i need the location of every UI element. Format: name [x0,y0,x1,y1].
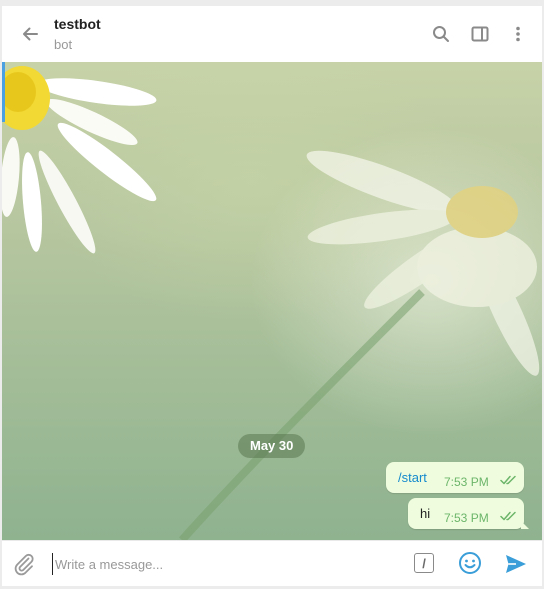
send-button[interactable] [504,552,528,576]
attach-paperclip-icon [14,553,34,576]
message-time: 7:53 PM [444,511,489,525]
bot-command-icon: / [422,555,426,571]
message-composer: / [2,540,542,586]
search-icon [433,26,449,42]
chat-messages-area[interactable]: May 30 /start 7:53 PM hi 7:53 PM [2,62,542,540]
chat-header: testbot bot [2,6,542,63]
emoji-smile-icon [459,552,481,574]
double-check-icon [500,475,516,485]
chat-title[interactable]: testbot [54,16,101,32]
message-input[interactable] [52,553,395,575]
bot-command-button[interactable]: / [414,553,434,573]
chat-window: testbot bot May 30 /start 7:53 PM hi 7:5… [2,6,542,586]
emoji-button[interactable] [458,551,482,575]
attach-button[interactable] [12,552,36,576]
message-bubble[interactable]: /start 7:53 PM [386,462,524,493]
date-separator: May 30 [238,434,306,458]
selection-accent-bar [2,62,5,122]
back-button[interactable] [16,20,44,48]
bot-command-link[interactable]: /start [398,470,427,485]
message-text: hi [420,506,431,521]
sidebar-toggle-button[interactable] [467,21,493,47]
chat-subtitle: bot [54,37,73,52]
send-icon [506,555,526,573]
bubble-tail [521,521,529,529]
message-time: 7:53 PM [444,475,489,489]
back-arrow-icon [23,27,38,41]
search-button[interactable] [428,21,454,47]
more-menu-button[interactable] [505,21,531,47]
double-check-icon [500,511,516,521]
more-vertical-icon [516,26,520,42]
message-bubble[interactable]: hi 7:53 PM [408,498,529,529]
sidebar-toggle-icon [471,26,489,42]
